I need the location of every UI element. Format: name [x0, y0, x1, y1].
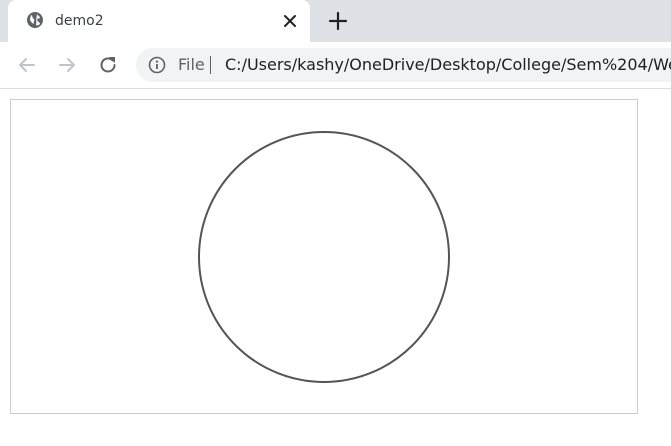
url-text[interactable]: C:/Users/kashy/OneDrive/Desktop/College/…	[225, 55, 671, 75]
tab-demo2[interactable]: demo2	[8, 0, 310, 42]
browser-toolbar: File C:/Users/kashy/OneDrive/Desktop/Col…	[0, 42, 671, 89]
drawing-canvas	[10, 99, 638, 414]
address-bar[interactable]: File C:/Users/kashy/OneDrive/Desktop/Col…	[136, 48, 671, 82]
canvas-drawing	[198, 131, 450, 383]
scheme-label: File	[178, 55, 205, 74]
scheme-divider	[210, 56, 211, 74]
reload-icon[interactable]	[96, 53, 120, 77]
globe-icon	[26, 11, 44, 29]
circle-shape	[198, 131, 450, 383]
arrow-right-icon[interactable]	[55, 53, 79, 77]
tab-strip: demo2	[0, 0, 671, 42]
page-content	[0, 89, 671, 446]
info-icon[interactable]	[148, 56, 166, 74]
tab-title: demo2	[55, 13, 104, 29]
close-icon[interactable]	[280, 11, 300, 31]
plus-icon[interactable]	[326, 9, 350, 33]
arrow-left-icon[interactable]	[15, 53, 39, 77]
